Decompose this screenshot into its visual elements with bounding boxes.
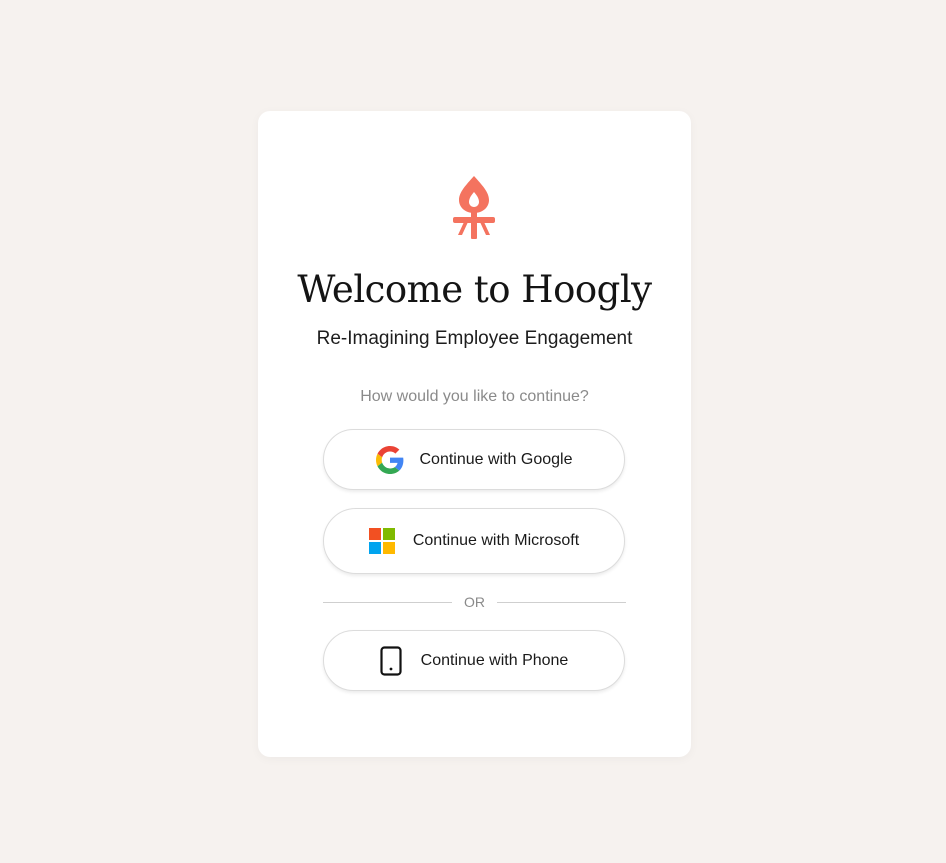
google-button-label: Continue with Google (419, 450, 573, 468)
page-subtitle: Re-Imagining Employee Engagement (316, 328, 633, 349)
or-divider: OR (323, 592, 626, 612)
microsoft-icon (368, 528, 395, 554)
microsoft-button-label: Continue with Microsoft (412, 532, 580, 549)
continue-prompt: How would you like to continue? (360, 388, 589, 405)
continue-with-phone-button[interactable]: Continue with Phone (323, 630, 625, 691)
page-title: Welcome to Hoogly (297, 268, 652, 311)
phone-icon (380, 645, 402, 676)
phone-button-label: Continue with Phone (420, 651, 569, 669)
divider-line-right (497, 601, 626, 603)
continue-with-google-button[interactable]: Continue with Google (323, 429, 625, 490)
divider-line-left (323, 601, 452, 603)
login-card: Welcome to Hoogly Re-Imagining Employee … (258, 111, 691, 757)
continue-with-microsoft-button[interactable]: Continue with Microsoft (323, 508, 625, 574)
divider-text: OR (464, 594, 485, 610)
google-icon (375, 445, 404, 474)
hoogly-logo-icon (451, 175, 497, 239)
